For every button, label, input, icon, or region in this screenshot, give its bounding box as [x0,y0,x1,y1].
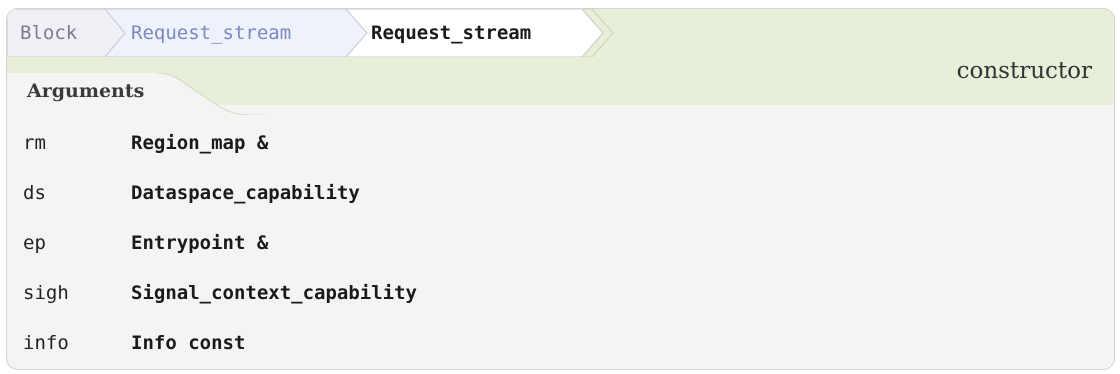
argument-row: ds Dataspace_capability [7,170,1114,220]
argument-row: info Info const [7,320,1114,369]
argument-name: ds [23,182,46,204]
argument-type: Dataspace_capability [131,182,360,204]
constructor-doc-card: Block Request_stream Request_stream cons… [6,8,1115,370]
argument-name: rm [23,132,46,154]
argument-row: ep Entrypoint & [7,220,1114,270]
breadcrumb: Block Request_stream Request_stream [7,9,627,57]
breadcrumb-parent-link[interactable]: Request_stream [131,20,291,46]
argument-type: Info const [131,332,246,354]
argument-type: Signal_context_capability [131,282,417,304]
argument-type: Region_map & [131,132,269,154]
argument-name: ep [23,232,46,254]
argument-type: Entrypoint & [131,232,269,254]
argument-name: info [23,332,69,354]
breadcrumb-block[interactable]: Block [20,20,77,46]
breadcrumb-current: Request_stream [371,22,532,44]
argument-row: sigh Signal_context_capability [7,270,1114,320]
argument-row: rm Region_map & [7,120,1114,170]
breadcrumb-shapes [7,9,614,57]
arguments-heading: Arguments [27,80,145,102]
argument-name: sigh [23,282,69,304]
arguments-list: rm Region_map & ds Dataspace_capability … [7,120,1114,369]
member-kind-label: constructor [956,58,1092,84]
